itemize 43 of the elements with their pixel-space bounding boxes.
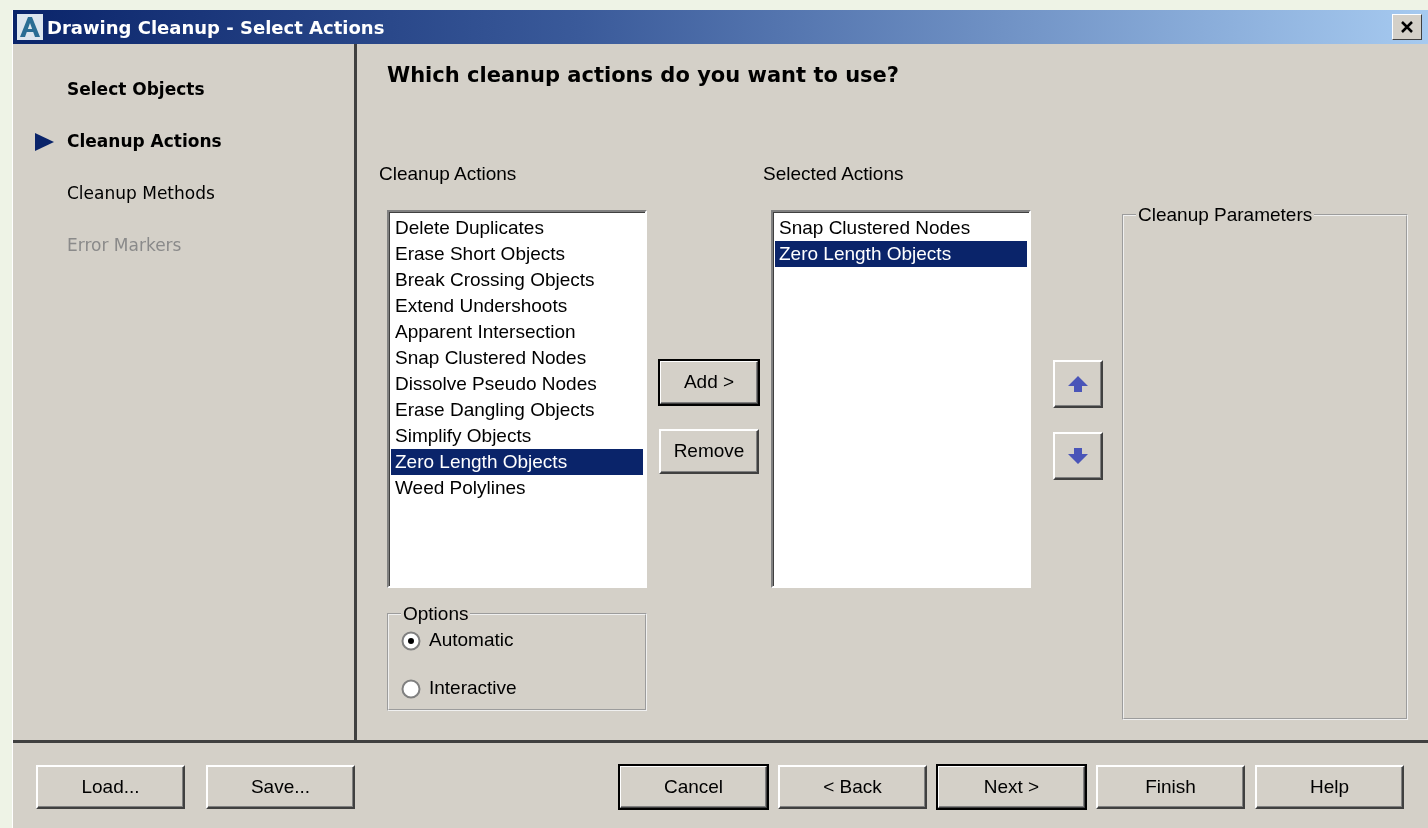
- list-item[interactable]: Zero Length Objects: [775, 240, 1027, 267]
- list-label: Cleanup Actions: [379, 161, 518, 184]
- list-item[interactable]: Extend Undershoots: [391, 292, 643, 319]
- current-step-arrow-icon: [33, 131, 55, 153]
- wizard-step[interactable]: Select Objects: [67, 77, 205, 103]
- list-label: Selected Actions: [763, 161, 905, 184]
- list-item[interactable]: Snap Clustered Nodes: [391, 344, 643, 371]
- wizard-step[interactable]: Cleanup Methods: [67, 181, 215, 207]
- radio-label: Automatic: [429, 628, 514, 653]
- move-up-button[interactable]: [1053, 359, 1103, 408]
- list-item[interactable]: Break Crossing Objects: [391, 266, 643, 293]
- add-button[interactable]: Add >: [659, 359, 759, 405]
- wizard-step[interactable]: Cleanup Actions: [67, 129, 222, 155]
- group-title: Options: [402, 602, 470, 625]
- app-logo-icon: [17, 14, 43, 40]
- list-item[interactable]: Zero Length Objects: [391, 448, 643, 475]
- radio-label: Interactive: [429, 676, 517, 701]
- list-item[interactable]: Dissolve Pseudo Nodes: [391, 370, 643, 397]
- footer-button[interactable]: Help: [1255, 765, 1404, 809]
- selected-actions-list[interactable]: Snap Clustered Nodes Zero Length Objects: [771, 209, 1031, 588]
- close-icon: [1400, 20, 1414, 34]
- list-item[interactable]: Erase Dangling Objects: [391, 396, 643, 423]
- move-down-button[interactable]: [1053, 431, 1103, 480]
- actions-list[interactable]: [387, 209, 647, 588]
- list-item[interactable]: Snap Clustered Nodes: [775, 214, 1027, 241]
- footer-button[interactable]: Next >: [937, 765, 1086, 809]
- radio-button[interactable]: [401, 630, 421, 651]
- list-item[interactable]: Erase Short Objects: [391, 240, 643, 267]
- page-heading: Which cleanup actions do you want to use?: [387, 62, 901, 89]
- footer-button[interactable]: Finish: [1096, 765, 1245, 809]
- footer-button[interactable]: < Back: [778, 765, 927, 809]
- list-item[interactable]: Weed Polylines: [391, 474, 643, 501]
- window-title: Drawing Cleanup - Select Actions: [47, 15, 386, 40]
- list-item[interactable]: Delete Duplicates: [391, 214, 643, 241]
- list-item[interactable]: Apparent Intersection: [391, 318, 643, 345]
- footer-button[interactable]: Cancel: [619, 765, 768, 809]
- group-title: Cleanup Parameters: [1137, 203, 1314, 226]
- footer-button[interactable]: Save...: [206, 765, 355, 809]
- close-button[interactable]: [1392, 14, 1422, 40]
- remove-button[interactable]: Remove: [659, 428, 759, 474]
- footer-button[interactable]: Load...: [36, 765, 185, 809]
- list-item[interactable]: Simplify Objects: [391, 422, 643, 449]
- radio-button[interactable]: [401, 678, 421, 699]
